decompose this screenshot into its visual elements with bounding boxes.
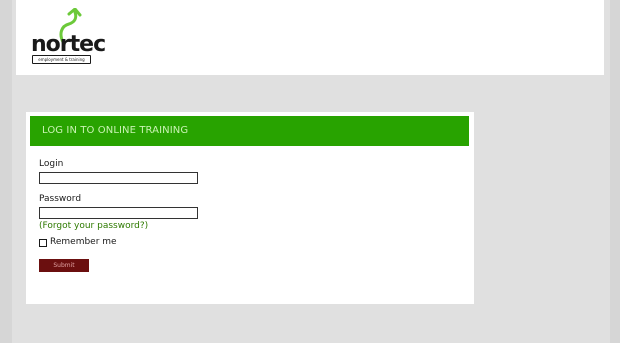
logo-wordmark: nortec <box>31 32 106 57</box>
forgot-password-link[interactable]: (Forgot your password?) <box>39 221 148 232</box>
login-panel: LOG IN TO ONLINE TRAINING Login Password… <box>26 112 474 304</box>
login-label: Login <box>39 159 64 169</box>
password-input[interactable] <box>39 207 198 219</box>
logo-tagline: employment & training <box>32 55 91 64</box>
nortec-logo[interactable]: nortec employment & training <box>31 8 106 64</box>
remember-me-label: Remember me <box>50 237 117 247</box>
site-header: nortec employment & training <box>16 0 604 75</box>
login-input[interactable] <box>39 172 198 184</box>
left-page-border <box>0 0 12 343</box>
login-panel-title: LOG IN TO ONLINE TRAINING <box>42 125 189 136</box>
submit-button[interactable]: Submit <box>39 259 89 272</box>
password-label: Password <box>39 194 82 204</box>
login-panel-header: LOG IN TO ONLINE TRAINING <box>30 116 469 146</box>
right-page-border <box>610 0 620 343</box>
remember-me-checkbox[interactable] <box>39 239 47 247</box>
